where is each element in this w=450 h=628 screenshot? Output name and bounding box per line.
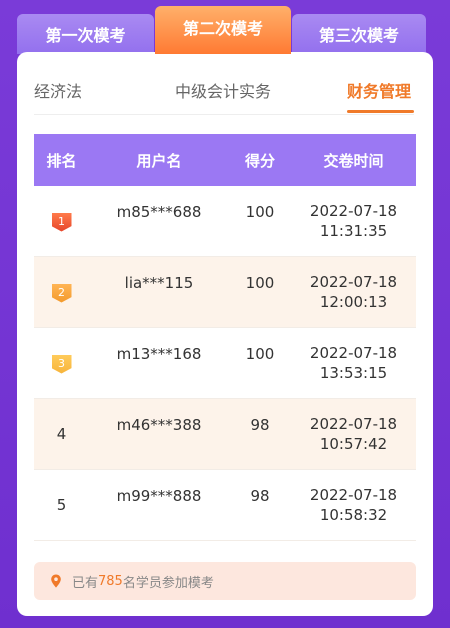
silver-medal-icon: 2 [51, 283, 72, 303]
submit-time: 2022-07-18 10:58:32 [309, 486, 398, 524]
submit-time: 2022-07-18 13:53:15 [309, 344, 398, 382]
tab-economic-law[interactable]: 经济法 [34, 72, 82, 112]
table-header: 排名 用户名 得分 交卷时间 [34, 134, 416, 186]
table-row: 1 m85***688 100 2022-07-18 11:31:35 [34, 186, 416, 257]
participants-suffix: 名学员参加模考 [122, 575, 214, 591]
username: m13***168 [116, 345, 202, 363]
participants-banner: 已有 785 名学员参加模考 [34, 562, 416, 600]
tab-first-mock[interactable]: 第一次模考 [17, 14, 154, 54]
username: m99***888 [116, 487, 202, 505]
active-tab-underline [347, 110, 414, 113]
divider [34, 114, 414, 115]
username: lia***115 [124, 274, 194, 292]
tab-third-mock[interactable]: 第三次模考 [292, 14, 426, 54]
location-pin-icon [51, 574, 61, 588]
gold-medal-icon: 1 [51, 212, 72, 232]
table-row: 2 lia***115 100 2022-07-18 12:00:13 [34, 257, 416, 328]
tab-financial-management[interactable]: 财务管理 [347, 72, 411, 112]
score: 100 [245, 345, 275, 363]
score: 98 [250, 416, 270, 434]
submit-time: 2022-07-18 12:00:13 [309, 273, 398, 311]
score: 98 [250, 487, 270, 505]
tab-intermediate-accounting[interactable]: 中级会计实务 [175, 72, 271, 112]
username: m85***688 [116, 203, 202, 221]
participants-prefix: 已有 [72, 575, 99, 591]
table-row: 4 m46***388 98 2022-07-18 10:57:42 [34, 399, 416, 470]
ranking-card: 经济法 中级会计实务 财务管理 排名 用户名 得分 交卷时间 1 m85***6… [17, 52, 433, 616]
tab-second-mock[interactable]: 第二次模考 [155, 6, 291, 54]
header-user: 用户名 [136, 151, 182, 170]
table-row: 3 m13***168 100 2022-07-18 13:53:15 [34, 328, 416, 399]
username: m46***388 [116, 416, 202, 434]
ranking-table: 排名 用户名 得分 交卷时间 1 m85***688 100 2022-07-1… [34, 134, 416, 541]
score: 100 [245, 274, 275, 292]
header-rank: 排名 [46, 151, 77, 170]
participants-count: 785 [98, 573, 123, 589]
submit-time: 2022-07-18 10:57:42 [309, 415, 398, 453]
header-submit-time: 交卷时间 [323, 151, 384, 170]
bronze-medal-icon: 3 [51, 354, 72, 374]
header-score: 得分 [244, 151, 275, 170]
submit-time: 2022-07-18 11:31:35 [309, 202, 398, 240]
rank-number: 4 [56, 425, 67, 443]
rank-number: 5 [56, 496, 67, 514]
score: 100 [245, 203, 275, 221]
table-row: 5 m99***888 98 2022-07-18 10:58:32 [34, 470, 416, 541]
subject-tabs: 经济法 中级会计实务 财务管理 [34, 72, 414, 113]
